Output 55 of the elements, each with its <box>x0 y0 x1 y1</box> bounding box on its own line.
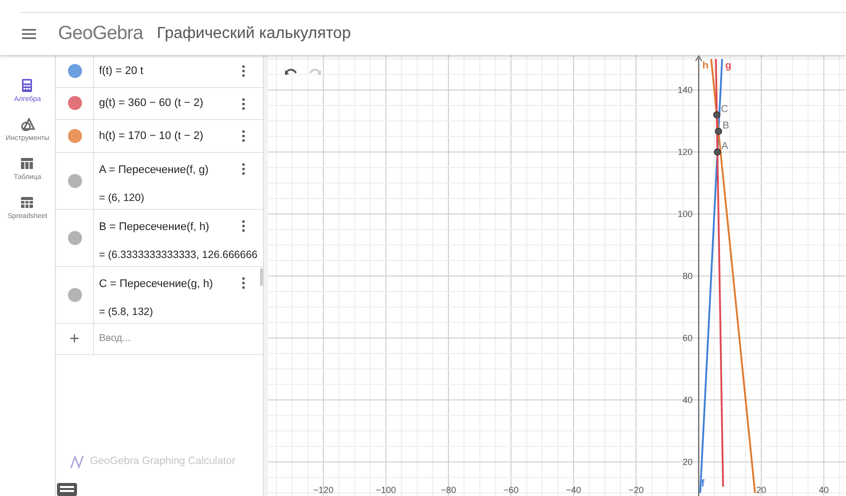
intersection-point[interactable] <box>714 128 722 135</box>
x-tick-label: −60 <box>503 485 519 495</box>
definition-text[interactable]: A = Пересечение(f, g) <box>99 162 263 176</box>
y-tick-label: 40 <box>682 394 693 405</box>
footer-text: GeoGebra Graphing Calculator <box>90 454 236 470</box>
definition-text[interactable]: B = Пересечение(f, h) <box>99 220 263 234</box>
value-text: = (6.3333333333333, 126.666666 <box>99 248 259 262</box>
graph-label: f <box>701 478 705 490</box>
x-tick-label: 40 <box>818 485 829 495</box>
menu-icon[interactable] <box>22 29 36 39</box>
x-tick-label: −80 <box>440 485 456 495</box>
scrollbar-thumb[interactable] <box>260 268 263 286</box>
definition-text[interactable]: f(t) = 20 t <box>99 64 263 78</box>
more-icon[interactable] <box>242 276 245 288</box>
more-icon[interactable] <box>242 65 245 77</box>
point-label: A <box>721 141 728 152</box>
value-text: = (5.8, 132) <box>99 304 154 318</box>
more-icon[interactable] <box>242 220 245 232</box>
intersection-point[interactable] <box>713 111 720 118</box>
function-graph[interactable] <box>699 58 723 493</box>
app-title: Графический калькулятор <box>156 24 351 44</box>
definition-text[interactable]: C = Пересечение(g, h) <box>99 276 263 290</box>
y-tick-label: 140 <box>678 85 693 96</box>
x-tick-label: −40 <box>566 485 582 495</box>
value-text: = (6, 120) <box>99 190 146 204</box>
x-tick-label: −100 <box>376 485 396 495</box>
graph-label: g <box>725 60 732 72</box>
y-tick-label: 60 <box>682 332 693 343</box>
grid-icon <box>20 196 34 209</box>
y-tick-label: 20 <box>682 456 693 467</box>
more-icon[interactable] <box>242 130 245 142</box>
x-tick-label: −20 <box>628 485 644 495</box>
x-tick-label: −120 <box>313 485 334 495</box>
x-tick-label: 20 <box>756 485 766 495</box>
more-icon[interactable] <box>242 98 245 110</box>
calculator-icon <box>20 79 34 92</box>
more-icon[interactable] <box>242 162 245 174</box>
table-icon <box>20 157 34 170</box>
y-tick-label: 100 <box>678 208 693 219</box>
add-icon[interactable]: + <box>70 330 80 347</box>
wave-icon <box>70 455 84 470</box>
intersection-point[interactable] <box>714 148 722 156</box>
point-label: C <box>720 104 728 115</box>
y-tick-label: 80 <box>682 270 693 281</box>
definition-text[interactable]: g(t) = 360 − 60 (t − 2) <box>99 96 263 110</box>
function-graph[interactable] <box>710 58 756 493</box>
y-tick-label: 120 <box>678 147 693 157</box>
input-field[interactable]: Ввод... <box>94 324 263 354</box>
undo-icon[interactable] <box>284 67 298 76</box>
point-label: B <box>722 120 730 132</box>
logo-text: GeoGebra <box>58 22 143 46</box>
graph-label: h <box>702 60 709 72</box>
shapes-icon <box>20 118 34 131</box>
keyboard-icon[interactable] <box>57 483 77 496</box>
definition-text[interactable]: h(t) = 170 − 10 (t − 2) <box>99 128 263 143</box>
